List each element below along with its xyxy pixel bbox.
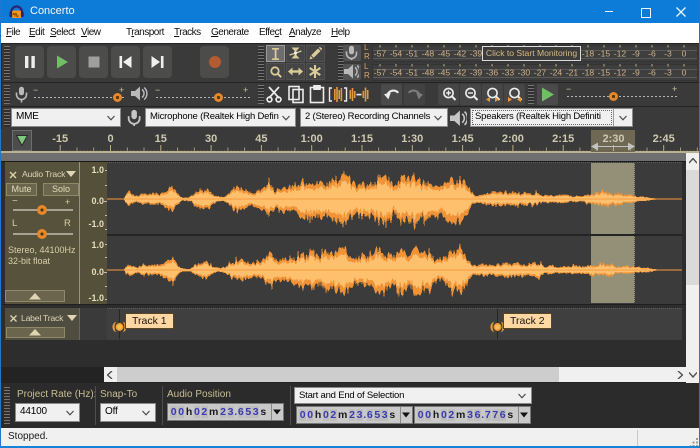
- svg-text:-39: -39: [470, 49, 483, 59]
- svg-text:-33: -33: [502, 68, 515, 78]
- svg-text:30: 30: [205, 133, 217, 145]
- svg-text:-3: -3: [664, 68, 672, 78]
- svg-text:15: 15: [155, 133, 167, 145]
- svg-text:-45: -45: [438, 49, 451, 59]
- svg-text:-54: -54: [390, 49, 403, 59]
- svg-text:-18: -18: [582, 49, 595, 59]
- svg-text:1:00: 1:00: [301, 133, 323, 145]
- svg-text:-42: -42: [454, 49, 467, 59]
- svg-text:-15: -15: [598, 68, 611, 78]
- svg-text:-45: -45: [438, 68, 451, 78]
- svg-text:-12: -12: [614, 49, 627, 59]
- svg-text:-3: -3: [664, 49, 672, 59]
- svg-text:-12: -12: [614, 68, 627, 78]
- svg-text:2:30: 2:30: [602, 133, 624, 145]
- svg-text:-9: -9: [632, 68, 640, 78]
- svg-text:0: 0: [682, 49, 687, 59]
- svg-text:-30: -30: [518, 68, 531, 78]
- svg-text:-27: -27: [534, 68, 547, 78]
- svg-text:0: 0: [682, 68, 687, 78]
- svg-text:-15: -15: [52, 133, 68, 145]
- svg-text:1:30: 1:30: [401, 133, 423, 145]
- svg-text:-18: -18: [582, 68, 595, 78]
- svg-text:2:00: 2:00: [502, 133, 524, 145]
- svg-text:-39: -39: [470, 68, 483, 78]
- svg-text:-6: -6: [648, 49, 656, 59]
- svg-text:-48: -48: [422, 68, 435, 78]
- svg-text:-21: -21: [566, 68, 579, 78]
- svg-text:-9: -9: [632, 49, 640, 59]
- svg-text:-51: -51: [406, 68, 419, 78]
- svg-text:0: 0: [107, 133, 113, 145]
- svg-text:2:15: 2:15: [552, 133, 574, 145]
- svg-text:-15: -15: [598, 49, 611, 59]
- svg-text:-42: -42: [454, 68, 467, 78]
- svg-text:1:15: 1:15: [351, 133, 373, 145]
- svg-text:2:45: 2:45: [653, 133, 675, 145]
- svg-text:-48: -48: [422, 49, 435, 59]
- svg-text:-57: -57: [374, 49, 387, 59]
- svg-text:-51: -51: [406, 49, 419, 59]
- svg-text:-57: -57: [374, 68, 387, 78]
- svg-text:45: 45: [255, 133, 267, 145]
- svg-text:-54: -54: [390, 68, 403, 78]
- svg-text:-24: -24: [550, 68, 563, 78]
- svg-text:-36: -36: [486, 68, 499, 78]
- svg-text:-6: -6: [648, 68, 656, 78]
- svg-text:1:45: 1:45: [452, 133, 474, 145]
